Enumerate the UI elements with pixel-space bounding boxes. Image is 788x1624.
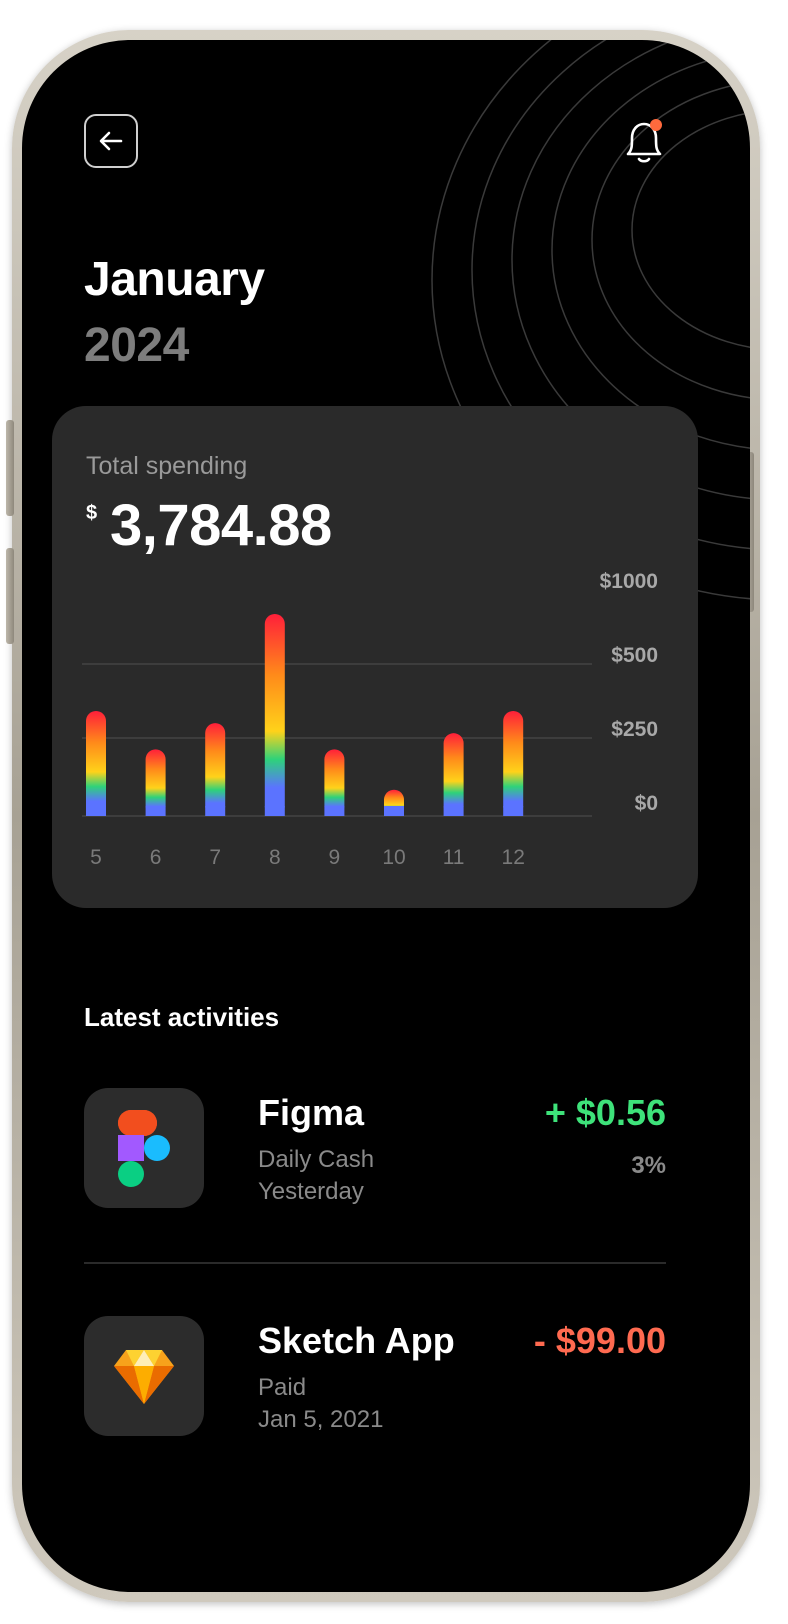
page-title-month: January [84, 253, 265, 306]
chart-bar [205, 723, 226, 816]
y-tick-label: $250 [611, 718, 658, 741]
spending-bar-chart: $1000 $500 $250 $0 5 6 7 8 9 10 11 12 [82, 570, 658, 869]
x-tick-label: 12 [502, 846, 525, 869]
x-tick-label: 7 [209, 846, 221, 869]
chart-bar [86, 710, 106, 816]
chart-bar-base [384, 806, 404, 816]
chart-bar-base [145, 806, 166, 816]
activity-type: Paid [258, 1374, 307, 1401]
chart-bar-base [264, 806, 285, 816]
volume-down-button [6, 548, 14, 644]
x-tick-label: 6 [150, 846, 162, 869]
chart-bar-base [503, 806, 524, 816]
activity-item-figma[interactable]: Figma Daily Cash Yesterday + $0.56 3% [84, 1088, 666, 1210]
x-tick-label: 9 [329, 846, 341, 869]
activity-type: Daily Cash [258, 1146, 375, 1173]
page-title-year: 2024 [84, 319, 189, 372]
chart-bar-base [443, 806, 464, 816]
back-button[interactable] [84, 114, 138, 168]
bell-icon [626, 119, 662, 163]
sketch-logo-icon [114, 1350, 174, 1404]
activity-item-sketch[interactable]: Sketch App Paid Jan 5, 2021 - $99.00 [84, 1316, 666, 1438]
spending-card: Total spending $ 3,784.88 $1000 $500 $250 $… [52, 406, 698, 908]
activity-amount: - $99.00 [533, 1320, 666, 1361]
activity-name: Figma [258, 1092, 365, 1133]
x-tick-label: 10 [382, 846, 405, 869]
activity-date: Jan 5, 2021 [258, 1406, 384, 1433]
y-tick-label: $500 [611, 644, 658, 667]
chart-bar [443, 733, 464, 816]
volume-up-button [6, 420, 14, 516]
notifications-button[interactable] [614, 112, 674, 172]
chart-bar [503, 710, 524, 816]
activity-date: Yesterday [258, 1178, 364, 1205]
x-tick-label: 5 [90, 846, 102, 869]
figma-app-tile [84, 1088, 204, 1208]
sketch-app-tile [84, 1316, 204, 1436]
app-screen: January 2024 Total spending $ 3,784.88 $… [22, 40, 750, 1592]
notification-dot [650, 119, 662, 131]
activity-divider [84, 1262, 666, 1264]
chart-bar-base [86, 806, 106, 816]
arrow-left-icon [99, 131, 123, 151]
chart-bar-base [324, 806, 345, 816]
activity-amount: + $0.56 [544, 1092, 666, 1133]
latest-activities-title: Latest activities [84, 1002, 280, 1032]
x-tick-label: 11 [443, 846, 465, 869]
figma-logo-icon [118, 1110, 170, 1187]
y-tick-label: $1000 [600, 570, 658, 593]
y-tick-label: $0 [635, 792, 658, 815]
chart-bar-base [205, 806, 226, 816]
chart-bar [264, 614, 285, 816]
activity-percent: 3% [631, 1152, 666, 1179]
activity-name: Sketch App [258, 1320, 455, 1361]
x-tick-label: 8 [269, 846, 281, 869]
